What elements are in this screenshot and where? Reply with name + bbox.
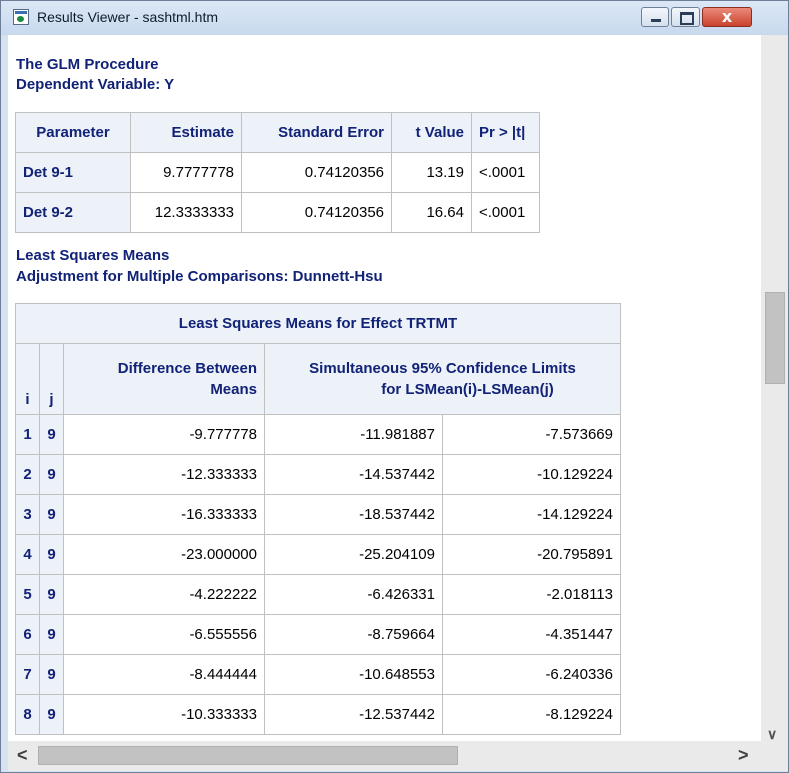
header-t-value: t Value [391, 112, 472, 153]
table-row: 1 9 -9.777778 -11.981887 -7.573669 [15, 414, 621, 455]
row-i: 6 [15, 614, 40, 655]
results-viewer-window: Results Viewer - sashtml.htm x The GLM P… [0, 0, 789, 773]
table-row: 2 9 -12.333333 -14.537442 -10.129224 [15, 454, 621, 495]
header-j: j [39, 343, 64, 415]
cell-difference: -8.444444 [63, 654, 265, 695]
cell-t-value: 16.64 [391, 192, 472, 233]
minimize-icon [651, 19, 661, 22]
row-j: 9 [39, 454, 64, 495]
table-row: 4 9 -23.000000 -25.204109 -20.795891 [15, 534, 621, 575]
cell-p-value: <.0001 [471, 152, 540, 193]
cell-difference: -12.333333 [63, 454, 265, 495]
row-i: 2 [15, 454, 40, 495]
ls-table-body: 1 9 -9.777778 -11.981887 -7.573669 2 9 -12.3333… [15, 414, 621, 735]
row-j: 9 [39, 534, 64, 575]
header-parameter: Parameter [15, 112, 131, 153]
header-i: i [15, 343, 40, 415]
cell-lower-limit: -12.537442 [264, 694, 443, 735]
cell-difference: -4.222222 [63, 574, 265, 615]
row-j: 9 [39, 414, 64, 455]
cell-lower-limit: -18.537442 [264, 494, 443, 535]
cell-lower-limit: -14.537442 [264, 454, 443, 495]
close-icon: x [721, 7, 733, 26]
row-i: 4 [15, 534, 40, 575]
table-row: 8 9 -10.333333 -12.537442 -8.129224 [15, 694, 621, 735]
dependent-variable-title: Dependent Variable: Y [16, 76, 175, 93]
row-parameter: Det 9-2 [15, 192, 131, 233]
table-row: 6 9 -6.555556 -8.759664 -4.351447 [15, 614, 621, 655]
cell-estimate: 12.3333333 [130, 192, 242, 233]
cell-lower-limit: -25.204109 [264, 534, 443, 575]
table-row: Det 9-1 9.7777778 0.74120356 13.19 <.000… [15, 152, 540, 193]
cell-upper-limit: -20.795891 [442, 534, 621, 575]
close-button[interactable]: x [702, 7, 752, 27]
horizontal-scroll-thumb[interactable] [38, 746, 458, 765]
adjustment-title: Adjustment for Multiple Comparisons: Dun… [16, 268, 383, 285]
cell-upper-limit: -14.129224 [442, 494, 621, 535]
row-j: 9 [39, 574, 64, 615]
cell-difference: -16.333333 [63, 494, 265, 535]
header-confidence-limits: Simultaneous 95% Confidence Limits for L… [264, 343, 621, 415]
cell-lower-limit: -8.759664 [264, 614, 443, 655]
cell-lower-limit: -11.981887 [264, 414, 443, 455]
vertical-scroll-thumb[interactable] [765, 292, 785, 384]
header-estimate: Estimate [130, 112, 242, 153]
results-content: The GLM Procedure Dependent Variable: Y … [8, 35, 761, 741]
header-difference: Difference Between Means [63, 343, 265, 415]
row-i: 7 [15, 654, 40, 695]
cell-difference: -6.555556 [63, 614, 265, 655]
maximize-button[interactable] [671, 7, 700, 27]
scroll-left-icon[interactable]: < [17, 745, 28, 766]
procedure-title: The GLM Procedure [16, 56, 159, 73]
minimize-button[interactable] [641, 7, 669, 27]
sas-app-icon [13, 9, 29, 25]
row-i: 3 [15, 494, 40, 535]
cell-lower-limit: -10.648553 [264, 654, 443, 695]
cell-upper-limit: -6.240336 [442, 654, 621, 695]
row-i: 8 [15, 694, 40, 735]
cell-upper-limit: -2.018113 [442, 574, 621, 615]
window-title: Results Viewer - sashtml.htm [37, 9, 219, 25]
header-difference-line2: Means [210, 381, 257, 398]
cell-difference: -9.777778 [63, 414, 265, 455]
row-j: 9 [39, 494, 64, 535]
cell-std-error: 0.74120356 [241, 152, 392, 193]
ls-means-title: Least Squares Means [16, 247, 170, 264]
row-j: 9 [39, 694, 64, 735]
table-row: 7 9 -8.444444 -10.648553 -6.240336 [15, 654, 621, 695]
cell-upper-limit: -8.129224 [442, 694, 621, 735]
cell-upper-limit: -10.129224 [442, 454, 621, 495]
title-bar[interactable]: Results Viewer - sashtml.htm x [1, 1, 788, 35]
row-parameter: Det 9-1 [15, 152, 131, 193]
table-row: 5 9 -4.222222 -6.426331 -2.018113 [15, 574, 621, 615]
cell-lower-limit: -6.426331 [264, 574, 443, 615]
horizontal-scrollbar[interactable]: < > [8, 741, 761, 771]
cell-difference: -10.333333 [63, 694, 265, 735]
parameter-estimates-table: Parameter Estimate Standard Error t Valu… [15, 112, 540, 233]
cell-p-value: <.0001 [471, 192, 540, 233]
table-row: Det 9-2 12.3333333 0.74120356 16.64 <.00… [15, 192, 540, 233]
scroll-right-icon[interactable]: > [738, 745, 749, 766]
ls-means-table: Least Squares Means for Effect TRTMT i j… [15, 303, 621, 735]
scrollbar-corner [761, 741, 788, 771]
header-ci-line2: for LSMean(i)-LSMean(j) [381, 381, 554, 398]
table-row: 3 9 -16.333333 -18.537442 -14.129224 [15, 494, 621, 535]
header-standard-error: Standard Error [241, 112, 392, 153]
header-ci-line1: Simultaneous 95% Confidence Limits [309, 360, 576, 377]
ls-table-title: Least Squares Means for Effect TRTMT [15, 303, 621, 344]
maximize-icon [680, 12, 694, 25]
row-i: 1 [15, 414, 40, 455]
header-difference-line1: Difference Between [117, 360, 257, 377]
row-j: 9 [39, 654, 64, 695]
row-j: 9 [39, 614, 64, 655]
cell-t-value: 13.19 [391, 152, 472, 193]
cell-upper-limit: -7.573669 [442, 414, 621, 455]
cell-estimate: 9.7777778 [130, 152, 242, 193]
header-p-value: Pr > |t| [471, 112, 540, 153]
row-i: 5 [15, 574, 40, 615]
cell-difference: -23.000000 [63, 534, 265, 575]
vertical-scrollbar[interactable]: ∨ [761, 35, 788, 742]
cell-std-error: 0.74120356 [241, 192, 392, 233]
cell-upper-limit: -4.351447 [442, 614, 621, 655]
